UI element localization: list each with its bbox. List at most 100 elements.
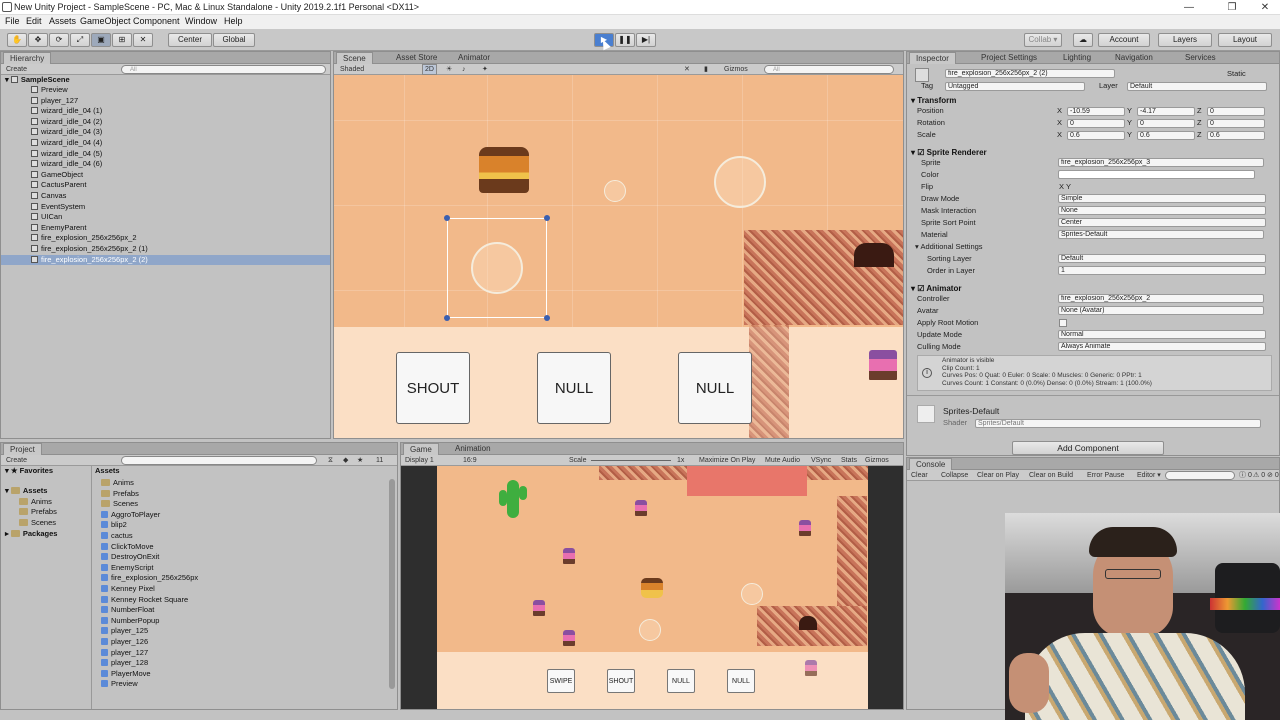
material-field[interactable]: Sprites-Default	[1058, 230, 1264, 239]
asset-item[interactable]: Anims	[101, 478, 134, 488]
camera-icon[interactable]: ▮	[704, 64, 708, 75]
folder-anims[interactable]: Anims	[19, 497, 52, 507]
order-in-layer-input[interactable]: 1	[1058, 266, 1266, 275]
rotation-x-input[interactable]: 0	[1067, 119, 1125, 128]
label-icon[interactable]: ◆	[343, 455, 348, 466]
star-icon[interactable]: ★	[357, 455, 363, 466]
game-viewport[interactable]: SWIPE SHOUT NULL NULL	[437, 466, 868, 709]
mute-audio-toggle[interactable]: Mute Audio	[765, 455, 800, 466]
fire-explosion-sprite[interactable]	[604, 180, 626, 202]
rect-handle[interactable]	[544, 315, 550, 321]
scale-y-input[interactable]: 0.6	[1137, 131, 1195, 140]
static-toggle[interactable]: Static	[1227, 69, 1246, 79]
project-create-button[interactable]: Create	[6, 455, 27, 466]
asset-item[interactable]: PlayerMove	[101, 669, 151, 679]
hand-tool-icon[interactable]: ✋	[7, 33, 27, 47]
asset-item[interactable]: Prefabs	[101, 489, 139, 499]
hierarchy-item[interactable]: wizard_idle_04 (2)	[31, 117, 102, 127]
layers-dropdown[interactable]: Layers	[1158, 33, 1212, 47]
scene-search-input[interactable]: All	[764, 65, 894, 74]
gizmos-dropdown[interactable]: Gizmos	[724, 64, 748, 75]
layout-dropdown[interactable]: Layout	[1218, 33, 1272, 47]
tab-animator[interactable]: Animator	[452, 52, 496, 64]
console-editor-dropdown[interactable]: Editor ▾	[1137, 470, 1161, 481]
console-warning-count[interactable]: ⚠ 0	[1253, 470, 1265, 481]
asset-item[interactable]: cactus	[101, 531, 133, 541]
asset-item[interactable]: fire_explosion_256x256px	[101, 573, 198, 583]
asset-item[interactable]: ClickToMove	[101, 542, 154, 552]
minimize-button[interactable]: —	[1176, 0, 1202, 15]
pivot-center-toggle[interactable]: Center	[168, 33, 212, 47]
asset-item[interactable]: Scenes	[101, 499, 138, 509]
hierarchy-item[interactable]: wizard_idle_04 (4)	[31, 138, 102, 148]
game-card-swipe[interactable]: SWIPE	[547, 669, 575, 693]
update-mode-dropdown[interactable]: Normal	[1058, 330, 1266, 339]
step-button[interactable]: ▶|	[636, 33, 656, 47]
pivot-global-toggle[interactable]: Global	[213, 33, 255, 47]
position-x-input[interactable]: -10.59	[1067, 107, 1125, 116]
hierarchy-search-input[interactable]: All	[121, 65, 326, 74]
console-clear-on-play-button[interactable]: Clear on Play	[977, 470, 1019, 481]
game-card-null[interactable]: NULL	[727, 669, 755, 693]
position-y-input[interactable]: -4.17	[1137, 107, 1195, 116]
avatar-field[interactable]: None (Avatar)	[1058, 306, 1264, 315]
cloud-icon[interactable]: ☁	[1073, 33, 1093, 47]
hierarchy-item[interactable]: Canvas	[31, 191, 66, 201]
folder-scenes[interactable]: Scenes	[19, 518, 56, 528]
tab-services[interactable]: Services	[1179, 52, 1222, 64]
hierarchy-item[interactable]: Preview	[31, 85, 68, 95]
tab-console[interactable]: Console	[909, 458, 953, 470]
culling-mode-dropdown[interactable]: Always Animate	[1058, 342, 1266, 351]
collab-button[interactable]: Collab ▾	[1024, 33, 1062, 47]
rect-handle[interactable]	[444, 315, 450, 321]
lighting-icon[interactable]: ☀	[446, 64, 452, 75]
asset-item[interactable]: player_127	[101, 648, 148, 658]
effects-icon[interactable]: ✦	[482, 64, 488, 75]
tab-lighting[interactable]: Lighting	[1057, 52, 1097, 64]
add-component-button[interactable]: Add Component	[1012, 441, 1164, 455]
project-scrollbar[interactable]	[389, 479, 395, 689]
menu-help[interactable]: Help	[224, 16, 243, 26]
fire-explosion-sprite[interactable]	[471, 242, 523, 294]
rotation-z-input[interactable]: 0	[1207, 119, 1265, 128]
menu-edit[interactable]: Edit	[26, 16, 42, 26]
transform-header[interactable]: ▾ Transform	[911, 95, 1275, 106]
tab-hierarchy[interactable]: Hierarchy	[3, 52, 52, 64]
rect-tool-icon[interactable]: ▣	[91, 33, 111, 47]
hierarchy-item[interactable]: wizard_idle_04 (3)	[31, 127, 102, 137]
tab-scene[interactable]: Scene	[336, 52, 373, 64]
hierarchy-item[interactable]: fire_explosion_256x256px_2	[31, 233, 137, 243]
hierarchy-item[interactable]: UICan	[31, 212, 62, 222]
hierarchy-item[interactable]: EventSystem	[31, 202, 85, 212]
console-log-count[interactable]: ⓘ 0	[1239, 470, 1252, 481]
scene-viewport[interactable]: SHOUT NULL NULL	[334, 75, 903, 438]
hierarchy-item[interactable]: EnemyParent	[31, 223, 86, 233]
enemy-sprite[interactable]	[805, 660, 817, 676]
animator-header[interactable]: ▾ ☑ Animator	[911, 283, 1275, 294]
favorites-foldout[interactable]: ▾ ★ Favorites	[5, 466, 53, 476]
hierarchy-item[interactable]: wizard_idle_04 (5)	[31, 149, 102, 159]
color-field[interactable]	[1058, 170, 1255, 179]
root-motion-checkbox[interactable]	[1059, 319, 1067, 327]
menu-window[interactable]: Window	[185, 16, 217, 26]
menu-component[interactable]: Component	[133, 16, 180, 26]
enemy-sprite[interactable]	[563, 630, 575, 646]
tab-project-settings[interactable]: Project Settings	[975, 52, 1043, 64]
tab-game[interactable]: Game	[403, 443, 439, 455]
tab-project[interactable]: Project	[3, 443, 42, 455]
transform-tool-icon[interactable]: ⊞	[112, 33, 132, 47]
menu-assets[interactable]: Assets	[49, 16, 76, 26]
game-card-shout[interactable]: SHOUT	[607, 669, 635, 693]
sprite-renderer-header[interactable]: ▾ ☑ Sprite Renderer	[911, 147, 1275, 158]
asset-item[interactable]: DestroyOnExit	[101, 552, 159, 562]
custom-tool-icon[interactable]: ✕	[133, 33, 153, 47]
asset-item[interactable]: NumberFloat	[101, 605, 154, 615]
shader-dropdown[interactable]: Sprites/Default	[975, 419, 1261, 428]
hierarchy-item[interactable]: fire_explosion_256x256px_2 (1)	[31, 244, 148, 254]
menu-gameobject[interactable]: GameObject	[80, 16, 131, 26]
tools-icon[interactable]: ✕	[684, 64, 690, 75]
object-name-input[interactable]: fire_explosion_256x256px_2 (2)	[945, 69, 1115, 78]
additional-settings-foldout[interactable]: ▾ Additional Settings	[915, 242, 983, 252]
asset-item[interactable]: player_128	[101, 658, 148, 668]
tab-asset-store[interactable]: Asset Store	[390, 52, 443, 64]
